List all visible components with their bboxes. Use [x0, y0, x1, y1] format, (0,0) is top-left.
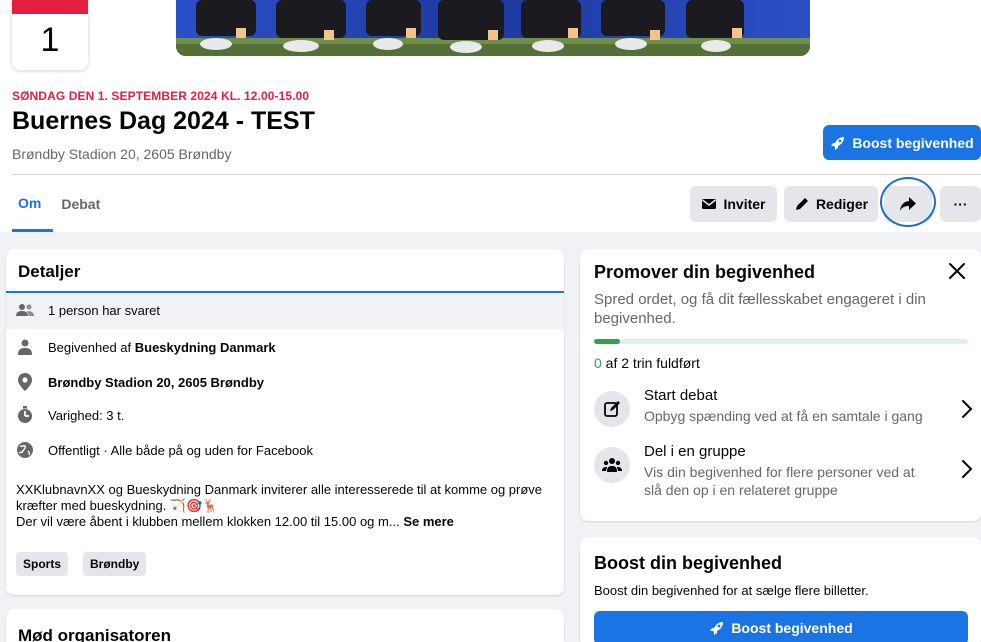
tab-discussion[interactable]: Debat — [53, 176, 108, 232]
boost-event-button[interactable]: Boost begivenhed — [823, 125, 981, 160]
description-line-2: Der vil være åbent i klubben mellem klok… — [16, 514, 404, 529]
tab-about[interactable]: Om — [12, 176, 54, 232]
envelope-icon — [702, 199, 717, 209]
privacy-text: Offentligt · Alle både på og uden for Fa… — [48, 442, 313, 458]
boost-event-card-button[interactable]: Boost begivenhed — [594, 611, 968, 642]
privacy-row: Offentligt · Alle både på og uden for Fa… — [16, 441, 313, 459]
steps-done-count: 0 — [594, 355, 602, 371]
promote-progress-fill — [594, 339, 621, 344]
group-icon — [594, 447, 630, 483]
duration-row: Varighed: 3 t. — [16, 406, 124, 424]
event-date: SØNDAG DEN 1. SEPTEMBER 2024 KL. 12.00-1… — [12, 89, 310, 103]
host-text: Begivenhed af Bueskydning Danmark — [48, 340, 276, 355]
responded-row[interactable]: 1 person har svaret — [16, 301, 160, 319]
more-options-button[interactable]: ··· — [940, 186, 981, 222]
promote-title: Promover din begivenhed — [594, 262, 816, 282]
start-discussion-title: Start debat — [644, 387, 718, 404]
location-row[interactable]: Brøndby Stadion 20, 2605 Brøndby — [16, 373, 264, 391]
close-icon[interactable] — [945, 259, 969, 283]
edit-label: Rediger — [815, 196, 869, 212]
cover-photo[interactable] — [176, 0, 810, 56]
promote-steps-text: 0 af 2 trin fuldført — [594, 355, 700, 371]
rocket-icon — [710, 622, 724, 635]
organizer-title: Mød organisatoren — [18, 626, 172, 642]
promote-progress-bar — [594, 339, 968, 344]
date-card: 1 — [12, 0, 88, 70]
rocket-icon — [831, 136, 845, 150]
page-title: Buernes Dag 2024 - TEST — [12, 107, 315, 135]
invite-button[interactable]: Inviter — [690, 186, 777, 222]
organizer-card: Mød organisatoren — [6, 609, 564, 642]
start-discussion-subtitle: Opbyg spænding ved at få en samtale i ga… — [644, 408, 923, 424]
boost-card: Boost din begivenhed Boost din begivenhe… — [580, 537, 981, 642]
chevron-right-icon — [962, 400, 973, 418]
tag-sports[interactable]: Sports — [16, 552, 69, 576]
share-highlight-circle — [880, 177, 936, 227]
share-to-group-subtitle: Vis din begivenhed for flere personer ve… — [644, 464, 915, 498]
share-to-group-item[interactable]: Del i en gruppe Vis din begivenhed for f… — [594, 443, 974, 499]
responded-text: 1 person har svaret — [48, 302, 161, 318]
host-row: Begivenhed af Bueskydning Danmark — [16, 338, 276, 356]
host-name-link[interactable]: Bueskydning Danmark — [135, 340, 276, 355]
invite-label: Inviter — [723, 196, 766, 212]
people-icon — [16, 301, 34, 319]
details-title: Detaljer — [18, 262, 81, 281]
event-tabs: Om Debat — [12, 176, 108, 232]
more-dots-icon: ··· — [953, 196, 968, 212]
event-location[interactable]: Brøndby Stadion 20, 2605 Brøndby — [12, 146, 231, 162]
details-card: Detaljer 1 person har svaret Begivenhed … — [6, 249, 564, 595]
start-discussion-item[interactable]: Start debat Opbyg spænding ved at få en … — [594, 387, 974, 433]
header-divider — [12, 174, 981, 175]
boost-card-button-label: Boost begivenhed — [731, 620, 853, 636]
steps-rest: af 2 trin fuldført — [601, 355, 700, 371]
boost-event-label: Boost begivenhed — [852, 134, 974, 151]
map-pin-icon — [16, 373, 34, 391]
boost-subtitle: Boost din begivenhed for at sælge flere … — [594, 583, 869, 598]
chevron-right-icon — [962, 460, 973, 478]
date-card-day: 1 — [40, 21, 60, 59]
host-prefix: Begivenhed af — [48, 339, 135, 355]
share-to-group-title: Del i en gruppe — [644, 443, 746, 460]
globe-icon — [16, 441, 34, 459]
duration-text: Varighed: 3 t. — [48, 407, 125, 423]
stopwatch-icon — [16, 406, 34, 424]
promote-subtitle: Spred ordet, og få dit fællesskabet enga… — [594, 291, 926, 327]
event-description: XXKlubnavnXX og Bueskydning Danmark invi… — [16, 482, 556, 530]
date-card-stripe — [12, 0, 88, 14]
description-line-1: XXKlubnavnXX og Bueskydning Danmark invi… — [16, 482, 543, 513]
promote-card: Promover din begivenhed Spred ordet, og … — [580, 249, 981, 521]
pencil-icon — [795, 198, 808, 210]
tag-brondby[interactable]: Brøndby — [83, 552, 147, 576]
location-text: Brøndby Stadion 20, 2605 Brøndby — [48, 374, 264, 390]
see-more-link[interactable]: Se mere — [403, 514, 454, 529]
person-icon — [16, 338, 34, 356]
boost-title: Boost din begivenhed — [594, 553, 783, 573]
edit-square-icon — [594, 391, 630, 427]
edit-button[interactable]: Rediger — [784, 186, 878, 222]
